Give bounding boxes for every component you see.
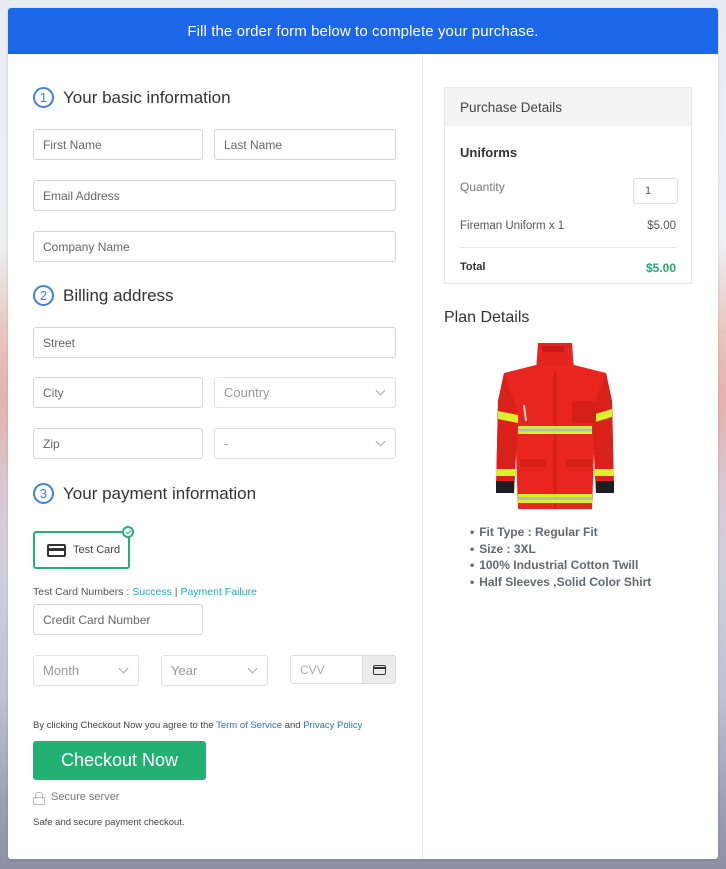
chevron-down-icon <box>375 385 386 396</box>
step-number-2: 2 <box>33 285 54 306</box>
chevron-down-icon <box>375 436 386 447</box>
reflective-stripe-center <box>518 428 592 432</box>
banner-text: Fill the order form below to complete yo… <box>187 22 539 40</box>
card-number-input[interactable] <box>43 612 193 627</box>
checkout-panel: Fill the order form below to complete yo… <box>8 8 718 859</box>
secure-server-label: Secure server <box>51 791 120 803</box>
street-input[interactable] <box>43 335 386 350</box>
step-number-1: 1 <box>33 87 54 108</box>
test-card-label: Test Card Numbers : <box>33 586 133 598</box>
country-select-value: Country <box>224 385 270 400</box>
success-link[interactable]: Success <box>132 586 172 598</box>
section-billing: 2 Billing address <box>33 285 174 306</box>
safe-checkout-text: Safe and secure payment checkout. <box>33 817 185 828</box>
jacket-cuff <box>496 481 514 493</box>
step-number-3: 3 <box>33 483 54 504</box>
company-input[interactable] <box>43 239 386 254</box>
city-input[interactable] <box>43 385 193 400</box>
reflective-stripe <box>496 469 516 476</box>
agreement-text: By clicking Checkout Now you agree to th… <box>33 720 362 731</box>
cvv-input[interactable] <box>291 656 362 683</box>
email-field[interactable] <box>33 180 396 211</box>
test-card-numbers: Test Card Numbers : Success | Payment Fa… <box>33 586 257 598</box>
first-name-field[interactable] <box>33 129 203 160</box>
month-select-value: Month <box>43 663 80 678</box>
line-item-name: Fireman Uniform x 1 <box>460 220 565 232</box>
header-banner: Fill the order form below to complete yo… <box>8 8 718 54</box>
email-input[interactable] <box>43 188 386 203</box>
divider <box>460 247 676 248</box>
quantity-label: Quantity <box>460 180 505 194</box>
section-title: Billing address <box>63 285 174 305</box>
card-number-field[interactable] <box>33 604 203 635</box>
year-select[interactable]: Year <box>161 655 268 686</box>
year-select-value: Year <box>171 663 198 678</box>
company-field[interactable] <box>33 231 396 262</box>
secure-server: Secure server <box>33 791 120 805</box>
chevron-down-icon <box>247 663 258 674</box>
cvv-field[interactable] <box>290 655 396 684</box>
jacket-pocket-flap <box>566 459 592 467</box>
purchase-details-header: Purchase Details <box>445 88 691 126</box>
purchase-details-box: Purchase Details Uniforms Quantity Firem… <box>444 87 692 284</box>
credit-card-icon <box>47 543 66 557</box>
credit-card-icon <box>372 664 386 675</box>
reflective-stripe <box>594 469 614 476</box>
line-item: Fireman Uniform x 1 $5.00 <box>460 220 676 232</box>
feature-item: Half Sleeves ,Solid Color Shirt <box>470 574 651 591</box>
street-field[interactable] <box>33 327 396 358</box>
section-title: Your basic information <box>63 87 231 107</box>
jacket-pocket-flap <box>520 459 546 467</box>
jacket-cuff <box>596 481 614 493</box>
feature-item: 100% Industrial Cotton Twill <box>470 557 651 574</box>
checkout-now-button[interactable]: Checkout Now <box>33 741 206 780</box>
feature-item: Size : 3XL <box>470 541 651 558</box>
country-select[interactable]: Country <box>214 377 396 408</box>
lock-icon <box>33 791 45 805</box>
quantity-input[interactable] <box>633 178 678 204</box>
city-field[interactable] <box>33 377 203 408</box>
terms-of-service-link[interactable]: Term of Service <box>216 720 282 731</box>
check-circle-icon <box>122 526 134 538</box>
feature-item: Fit Type : Regular Fit <box>470 524 651 541</box>
privacy-policy-link[interactable]: Privacy Policy <box>303 720 362 731</box>
chevron-down-icon <box>118 663 129 674</box>
zip-input[interactable] <box>43 436 193 451</box>
line-item-price: $5.00 <box>647 220 676 232</box>
reflective-stripe-center <box>518 497 592 500</box>
order-summary: Purchase Details Uniforms Quantity Firem… <box>424 54 718 859</box>
total-row: Total $5.00 <box>460 261 676 275</box>
product-image-jacket <box>496 343 614 509</box>
payment-failure-link[interactable]: Payment Failure <box>180 586 256 598</box>
section-basic-info: 1 Your basic information <box>33 87 231 108</box>
agreement-prefix: By clicking Checkout Now you agree to th… <box>33 720 217 731</box>
payment-method-test-card[interactable]: Test Card <box>33 526 134 569</box>
product-title: Uniforms <box>460 145 518 160</box>
jacket-collar-tab <box>542 346 564 352</box>
payment-method-label: Test Card <box>73 544 121 556</box>
month-select[interactable]: Month <box>33 655 139 686</box>
plan-features: Fit Type : Regular Fit Size : 3XL 100% I… <box>470 524 651 590</box>
jacket-chest-pocket <box>572 401 596 423</box>
zip-field[interactable] <box>33 428 203 459</box>
last-name-field[interactable] <box>214 129 396 160</box>
total-amount: $5.00 <box>645 261 676 275</box>
plan-details-title: Plan Details <box>444 309 530 326</box>
last-name-input[interactable] <box>224 137 386 152</box>
section-title: Your payment information <box>63 483 257 503</box>
first-name-input[interactable] <box>43 137 193 152</box>
section-payment: 3 Your payment information <box>33 483 256 504</box>
agreement-middle: and <box>282 720 304 731</box>
state-select-value: - <box>224 436 229 451</box>
cvv-addon <box>362 656 395 683</box>
total-label: Total <box>460 261 486 273</box>
order-form: 1 Your basic information 2 Billing addre… <box>8 54 423 859</box>
state-select[interactable]: - <box>214 428 396 459</box>
